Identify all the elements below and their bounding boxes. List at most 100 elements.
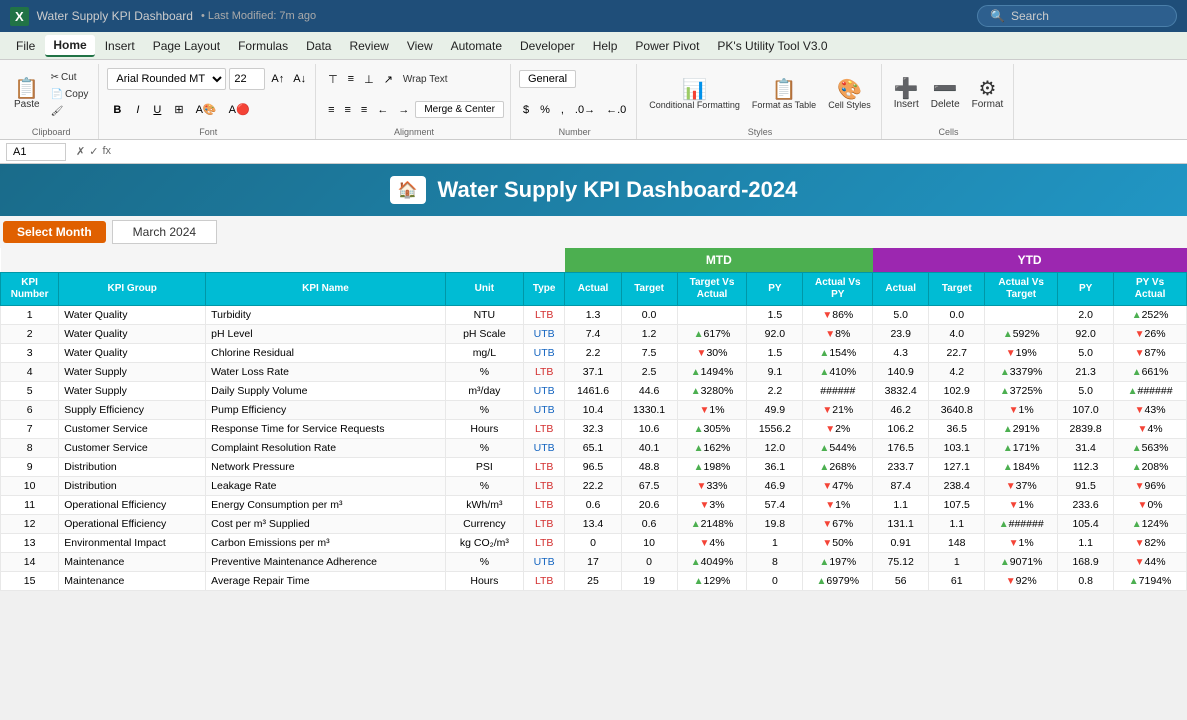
orientation-button[interactable]: ↗ bbox=[380, 71, 397, 88]
indent-decrease-button[interactable]: ← bbox=[373, 102, 392, 118]
borders-button[interactable]: ⊞ bbox=[170, 101, 187, 118]
arrow-down-icon: ▼ bbox=[1138, 424, 1148, 435]
cell-ytd-actual: 4.3 bbox=[873, 344, 929, 363]
cell-kpi-group: Operational Efficiency bbox=[59, 515, 206, 534]
percent-button[interactable]: % bbox=[536, 102, 554, 118]
cell-mtd-tvsa: ▲129% bbox=[677, 572, 747, 591]
italic-button[interactable]: I bbox=[131, 102, 144, 118]
currency-button[interactable]: $ bbox=[519, 102, 533, 118]
cells-label: Cells bbox=[890, 125, 1008, 137]
increase-decimal-button[interactable]: .0→ bbox=[571, 102, 599, 118]
cell-mtd-py: 36.1 bbox=[747, 458, 803, 477]
cell-kpi-name: Average Repair Time bbox=[206, 572, 446, 591]
bold-button[interactable]: B bbox=[107, 101, 127, 119]
cell-ytd-avst: ▲171% bbox=[985, 439, 1058, 458]
comma-button[interactable]: , bbox=[557, 102, 568, 118]
cell-ytd-py: 21.3 bbox=[1058, 363, 1114, 382]
font-color-button[interactable]: A🔴 bbox=[225, 101, 254, 118]
cell-kpi-group: Maintenance bbox=[59, 572, 206, 591]
menu-developer[interactable]: Developer bbox=[512, 36, 583, 56]
cell-mtd-tvsa: ▼3% bbox=[677, 496, 747, 515]
formula-input[interactable] bbox=[121, 146, 1181, 158]
format-as-table-button[interactable]: 📋 Format as Table bbox=[748, 69, 820, 121]
merge-center-button[interactable]: Merge & Center bbox=[415, 101, 504, 118]
menu-review[interactable]: Review bbox=[341, 36, 396, 56]
indent-increase-button[interactable]: → bbox=[394, 102, 413, 118]
number-format-selector[interactable]: General bbox=[519, 70, 576, 88]
cell-styles-button[interactable]: 🎨 Cell Styles bbox=[824, 69, 875, 121]
arrow-up-icon: ▲ bbox=[1003, 462, 1013, 473]
delete-button[interactable]: ➖ Delete bbox=[927, 69, 964, 121]
menu-home[interactable]: Home bbox=[45, 35, 94, 57]
clipboard-group: 📋 Paste ✂ Cut 📄 Copy 🖌 Clipboard bbox=[4, 64, 99, 139]
arrow-up-icon: ▲ bbox=[1132, 367, 1142, 378]
cell-mtd-py: 0 bbox=[747, 572, 803, 591]
align-bottom-button[interactable]: ⊥ bbox=[360, 71, 378, 88]
cell-mtd-actual: 37.1 bbox=[565, 363, 621, 382]
cell-mtd-tvsa: ▲4049% bbox=[677, 553, 747, 572]
underline-button[interactable]: U bbox=[148, 102, 166, 118]
arrow-up-icon: ▲ bbox=[694, 576, 704, 587]
menu-power-pivot[interactable]: Power Pivot bbox=[627, 36, 707, 56]
cell-ytd-pyva: ▲7194% bbox=[1114, 572, 1187, 591]
align-right-button[interactable]: ≡ bbox=[357, 102, 371, 118]
arrow-up-icon: ▲ bbox=[691, 386, 701, 397]
align-center-button[interactable]: ≡ bbox=[341, 102, 355, 118]
conditional-formatting-button[interactable]: 📊 Conditional Formatting bbox=[645, 69, 744, 121]
arrow-down-icon: ▼ bbox=[825, 500, 835, 511]
align-left-button[interactable]: ≡ bbox=[324, 102, 338, 118]
arrow-down-icon: ▼ bbox=[1135, 538, 1145, 549]
menu-pk-utility[interactable]: PK's Utility Tool V3.0 bbox=[709, 36, 835, 56]
menu-insert[interactable]: Insert bbox=[97, 36, 143, 56]
decrease-decimal-button[interactable]: ←.0 bbox=[602, 102, 630, 118]
menu-formulas[interactable]: Formulas bbox=[230, 36, 296, 56]
decrease-font-button[interactable]: A↓ bbox=[290, 72, 309, 86]
search-box[interactable]: 🔍 Search bbox=[977, 5, 1177, 27]
home-icon[interactable]: 🏠 bbox=[390, 176, 426, 204]
menu-view[interactable]: View bbox=[399, 36, 441, 56]
menu-automate[interactable]: Automate bbox=[443, 36, 510, 56]
copy-button[interactable]: 📄 Copy bbox=[47, 87, 93, 102]
alignment-label: Alignment bbox=[324, 125, 504, 137]
align-top-button[interactable]: ⊤ bbox=[324, 71, 342, 88]
menu-data[interactable]: Data bbox=[298, 36, 339, 56]
menu-file[interactable]: File bbox=[8, 36, 43, 56]
increase-font-button[interactable]: A↑ bbox=[268, 72, 287, 86]
cell-ytd-pyva: ▲252% bbox=[1114, 306, 1187, 325]
cell-unit: % bbox=[445, 439, 523, 458]
insert-button[interactable]: ➕ Insert bbox=[890, 69, 923, 121]
font-name-selector[interactable]: Arial Rounded MT bbox=[107, 68, 226, 90]
wrap-text-button[interactable]: Wrap Text bbox=[399, 72, 452, 87]
format-button[interactable]: ⚙ Format bbox=[968, 69, 1008, 121]
cell-type: LTB bbox=[523, 572, 565, 591]
cell-unit: kg CO₂/m³ bbox=[445, 534, 523, 553]
menu-help[interactable]: Help bbox=[585, 36, 626, 56]
arrow-up-icon: ▲ bbox=[819, 557, 829, 568]
arrow-up-icon: ▲ bbox=[691, 367, 701, 378]
cell-reference-input[interactable] bbox=[6, 143, 66, 161]
cell-mtd-actual: 96.5 bbox=[565, 458, 621, 477]
insert-function-button[interactable]: fx bbox=[102, 145, 111, 158]
cut-button[interactable]: ✂ Cut bbox=[47, 70, 93, 85]
cells-group: ➕ Insert ➖ Delete ⚙ Format Cells bbox=[884, 64, 1015, 139]
table-row: 1 Water Quality Turbidity NTU LTB 1.3 0.… bbox=[1, 306, 1187, 325]
fill-color-button[interactable]: A🎨 bbox=[192, 101, 221, 118]
cancel-formula-button[interactable]: ✗ bbox=[76, 145, 85, 158]
cell-ytd-pyva: ▲208% bbox=[1114, 458, 1187, 477]
paste-button[interactable]: 📋 Paste bbox=[10, 69, 44, 121]
menu-page-layout[interactable]: Page Layout bbox=[145, 36, 228, 56]
confirm-formula-button[interactable]: ✓ bbox=[89, 145, 98, 158]
col-ytd-avst: Actual VsTarget bbox=[985, 273, 1058, 306]
format-painter-button[interactable]: 🖌 bbox=[47, 104, 93, 119]
cell-mtd-tvsa bbox=[677, 306, 747, 325]
cell-kpi-number: 15 bbox=[1, 572, 59, 591]
select-month-button[interactable]: Select Month bbox=[3, 221, 106, 243]
cell-unit: kWh/m³ bbox=[445, 496, 523, 515]
cell-ytd-pyva: ▲661% bbox=[1114, 363, 1187, 382]
align-middle-button[interactable]: ≡ bbox=[344, 71, 358, 87]
cell-unit: % bbox=[445, 363, 523, 382]
cell-kpi-name: pH Level bbox=[206, 325, 446, 344]
cell-kpi-name: Water Loss Rate bbox=[206, 363, 446, 382]
font-size-input[interactable] bbox=[229, 68, 265, 90]
cell-ytd-actual: 131.1 bbox=[873, 515, 929, 534]
